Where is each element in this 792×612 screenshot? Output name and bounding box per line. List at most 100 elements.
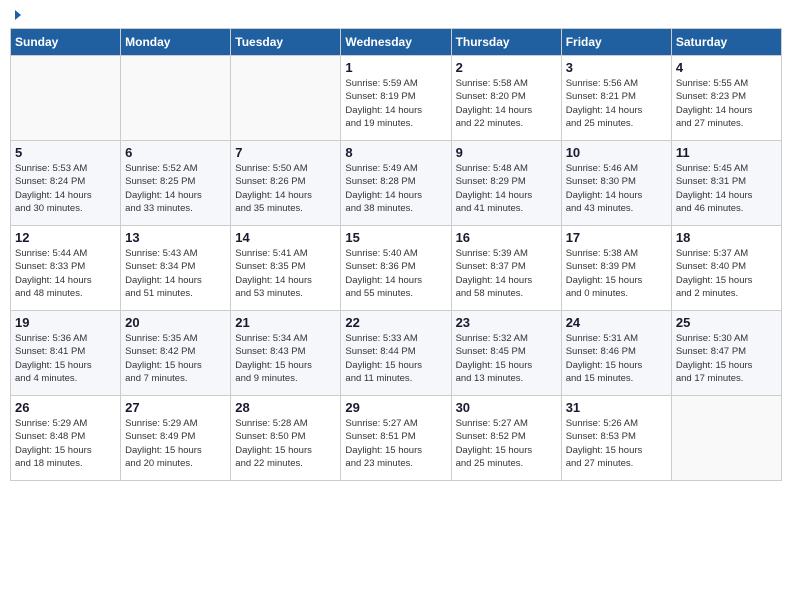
calendar-cell: 8 Sunrise: 5:49 AM Sunset: 8:28 PM Daylig… <box>341 141 451 226</box>
calendar-header-row: SundayMondayTuesdayWednesdayThursdayFrid… <box>11 29 782 56</box>
day-info: Sunrise: 5:50 AM Sunset: 8:26 PM Dayligh… <box>235 162 336 215</box>
day-header-sunday: Sunday <box>11 29 121 56</box>
day-info: Sunrise: 5:56 AM Sunset: 8:21 PM Dayligh… <box>566 77 667 130</box>
day-header-monday: Monday <box>121 29 231 56</box>
calendar-cell: 21 Sunrise: 5:34 AM Sunset: 8:43 PM Dayli… <box>231 311 341 396</box>
day-number: 10 <box>566 145 667 160</box>
day-number: 12 <box>15 230 116 245</box>
day-number: 5 <box>15 145 116 160</box>
calendar-cell: 26Sunrise: 5:29 AM Sunset: 8:48 PM Dayli… <box>11 396 121 481</box>
day-info: Sunrise: 5:30 AM Sunset: 8:47 PM Dayligh… <box>676 332 777 385</box>
calendar-cell: 4 Sunrise: 5:55 AM Sunset: 8:23 PM Daylig… <box>671 56 781 141</box>
day-number: 22 <box>345 315 446 330</box>
calendar-cell: 11 Sunrise: 5:45 AM Sunset: 8:31 PM Dayli… <box>671 141 781 226</box>
day-number: 2 <box>456 60 557 75</box>
calendar-cell <box>11 56 121 141</box>
day-number: 11 <box>676 145 777 160</box>
calendar-cell: 30Sunrise: 5:27 AM Sunset: 8:52 PM Dayli… <box>451 396 561 481</box>
day-info: Sunrise: 5:58 AM Sunset: 8:20 PM Dayligh… <box>456 77 557 130</box>
day-number: 1 <box>345 60 446 75</box>
day-info: Sunrise: 5:31 AM Sunset: 8:46 PM Dayligh… <box>566 332 667 385</box>
day-number: 6 <box>125 145 226 160</box>
day-number: 24 <box>566 315 667 330</box>
day-info: Sunrise: 5:36 AM Sunset: 8:41 PM Dayligh… <box>15 332 116 385</box>
day-number: 19 <box>15 315 116 330</box>
calendar-cell: 29Sunrise: 5:27 AM Sunset: 8:51 PM Dayli… <box>341 396 451 481</box>
day-info: Sunrise: 5:55 AM Sunset: 8:23 PM Dayligh… <box>676 77 777 130</box>
calendar-cell: 17 Sunrise: 5:38 AM Sunset: 8:39 PM Dayli… <box>561 226 671 311</box>
day-info: Sunrise: 5:28 AM Sunset: 8:50 PM Dayligh… <box>235 417 336 470</box>
day-header-tuesday: Tuesday <box>231 29 341 56</box>
calendar-table: SundayMondayTuesdayWednesdayThursdayFrid… <box>10 28 782 481</box>
day-number: 9 <box>456 145 557 160</box>
day-number: 28 <box>235 400 336 415</box>
calendar-cell: 5 Sunrise: 5:53 AM Sunset: 8:24 PM Daylig… <box>11 141 121 226</box>
calendar-week-4: 19 Sunrise: 5:36 AM Sunset: 8:41 PM Dayli… <box>11 311 782 396</box>
day-info: Sunrise: 5:59 AM Sunset: 8:19 PM Dayligh… <box>345 77 446 130</box>
day-number: 31 <box>566 400 667 415</box>
calendar-cell: 7 Sunrise: 5:50 AM Sunset: 8:26 PM Daylig… <box>231 141 341 226</box>
day-number: 15 <box>345 230 446 245</box>
calendar-cell: 23 Sunrise: 5:32 AM Sunset: 8:45 PM Dayli… <box>451 311 561 396</box>
day-info: Sunrise: 5:26 AM Sunset: 8:53 PM Dayligh… <box>566 417 667 470</box>
day-number: 23 <box>456 315 557 330</box>
calendar-week-2: 5 Sunrise: 5:53 AM Sunset: 8:24 PM Daylig… <box>11 141 782 226</box>
day-number: 4 <box>676 60 777 75</box>
page-header <box>10 10 782 20</box>
day-number: 21 <box>235 315 336 330</box>
calendar-week-3: 12Sunrise: 5:44 AM Sunset: 8:33 PM Dayli… <box>11 226 782 311</box>
day-header-thursday: Thursday <box>451 29 561 56</box>
calendar-cell: 31 Sunrise: 5:26 AM Sunset: 8:53 PM Dayli… <box>561 396 671 481</box>
day-info: Sunrise: 5:49 AM Sunset: 8:28 PM Dayligh… <box>345 162 446 215</box>
day-info: Sunrise: 5:40 AM Sunset: 8:36 PM Dayligh… <box>345 247 446 300</box>
day-number: 7 <box>235 145 336 160</box>
day-info: Sunrise: 5:43 AM Sunset: 8:34 PM Dayligh… <box>125 247 226 300</box>
day-info: Sunrise: 5:38 AM Sunset: 8:39 PM Dayligh… <box>566 247 667 300</box>
day-info: Sunrise: 5:29 AM Sunset: 8:49 PM Dayligh… <box>125 417 226 470</box>
day-info: Sunrise: 5:35 AM Sunset: 8:42 PM Dayligh… <box>125 332 226 385</box>
logo-icon <box>15 10 21 20</box>
day-info: Sunrise: 5:45 AM Sunset: 8:31 PM Dayligh… <box>676 162 777 215</box>
day-number: 17 <box>566 230 667 245</box>
day-number: 20 <box>125 315 226 330</box>
calendar-cell: 16 Sunrise: 5:39 AM Sunset: 8:37 PM Dayli… <box>451 226 561 311</box>
day-info: Sunrise: 5:53 AM Sunset: 8:24 PM Dayligh… <box>15 162 116 215</box>
day-number: 8 <box>345 145 446 160</box>
day-info: Sunrise: 5:34 AM Sunset: 8:43 PM Dayligh… <box>235 332 336 385</box>
day-info: Sunrise: 5:46 AM Sunset: 8:30 PM Dayligh… <box>566 162 667 215</box>
calendar-cell: 6Sunrise: 5:52 AM Sunset: 8:25 PM Daylig… <box>121 141 231 226</box>
day-number: 30 <box>456 400 557 415</box>
calendar-cell: 2 Sunrise: 5:58 AM Sunset: 8:20 PM Daylig… <box>451 56 561 141</box>
calendar-cell: 27 Sunrise: 5:29 AM Sunset: 8:49 PM Dayli… <box>121 396 231 481</box>
day-info: Sunrise: 5:27 AM Sunset: 8:51 PM Dayligh… <box>345 417 446 470</box>
calendar-cell: 19 Sunrise: 5:36 AM Sunset: 8:41 PM Dayli… <box>11 311 121 396</box>
day-number: 3 <box>566 60 667 75</box>
calendar-cell: 10 Sunrise: 5:46 AM Sunset: 8:30 PM Dayli… <box>561 141 671 226</box>
calendar-cell: 9 Sunrise: 5:48 AM Sunset: 8:29 PM Daylig… <box>451 141 561 226</box>
day-number: 26 <box>15 400 116 415</box>
day-number: 27 <box>125 400 226 415</box>
day-info: Sunrise: 5:48 AM Sunset: 8:29 PM Dayligh… <box>456 162 557 215</box>
day-info: Sunrise: 5:37 AM Sunset: 8:40 PM Dayligh… <box>676 247 777 300</box>
day-info: Sunrise: 5:41 AM Sunset: 8:35 PM Dayligh… <box>235 247 336 300</box>
day-info: Sunrise: 5:32 AM Sunset: 8:45 PM Dayligh… <box>456 332 557 385</box>
calendar-cell: 12Sunrise: 5:44 AM Sunset: 8:33 PM Dayli… <box>11 226 121 311</box>
calendar-cell: 24 Sunrise: 5:31 AM Sunset: 8:46 PM Dayli… <box>561 311 671 396</box>
day-header-wednesday: Wednesday <box>341 29 451 56</box>
calendar-cell: 14 Sunrise: 5:41 AM Sunset: 8:35 PM Dayli… <box>231 226 341 311</box>
calendar-cell: 1 Sunrise: 5:59 AM Sunset: 8:19 PM Daylig… <box>341 56 451 141</box>
day-number: 25 <box>676 315 777 330</box>
day-info: Sunrise: 5:39 AM Sunset: 8:37 PM Dayligh… <box>456 247 557 300</box>
day-number: 14 <box>235 230 336 245</box>
calendar-cell: 22Sunrise: 5:33 AM Sunset: 8:44 PM Dayli… <box>341 311 451 396</box>
calendar-cell: 25 Sunrise: 5:30 AM Sunset: 8:47 PM Dayli… <box>671 311 781 396</box>
day-number: 16 <box>456 230 557 245</box>
calendar-cell: 15 Sunrise: 5:40 AM Sunset: 8:36 PM Dayli… <box>341 226 451 311</box>
calendar-week-5: 26Sunrise: 5:29 AM Sunset: 8:48 PM Dayli… <box>11 396 782 481</box>
calendar-cell: 3 Sunrise: 5:56 AM Sunset: 8:21 PM Daylig… <box>561 56 671 141</box>
day-header-friday: Friday <box>561 29 671 56</box>
day-number: 13 <box>125 230 226 245</box>
calendar-cell: 20 Sunrise: 5:35 AM Sunset: 8:42 PM Dayli… <box>121 311 231 396</box>
logo <box>14 10 21 20</box>
calendar-cell <box>231 56 341 141</box>
